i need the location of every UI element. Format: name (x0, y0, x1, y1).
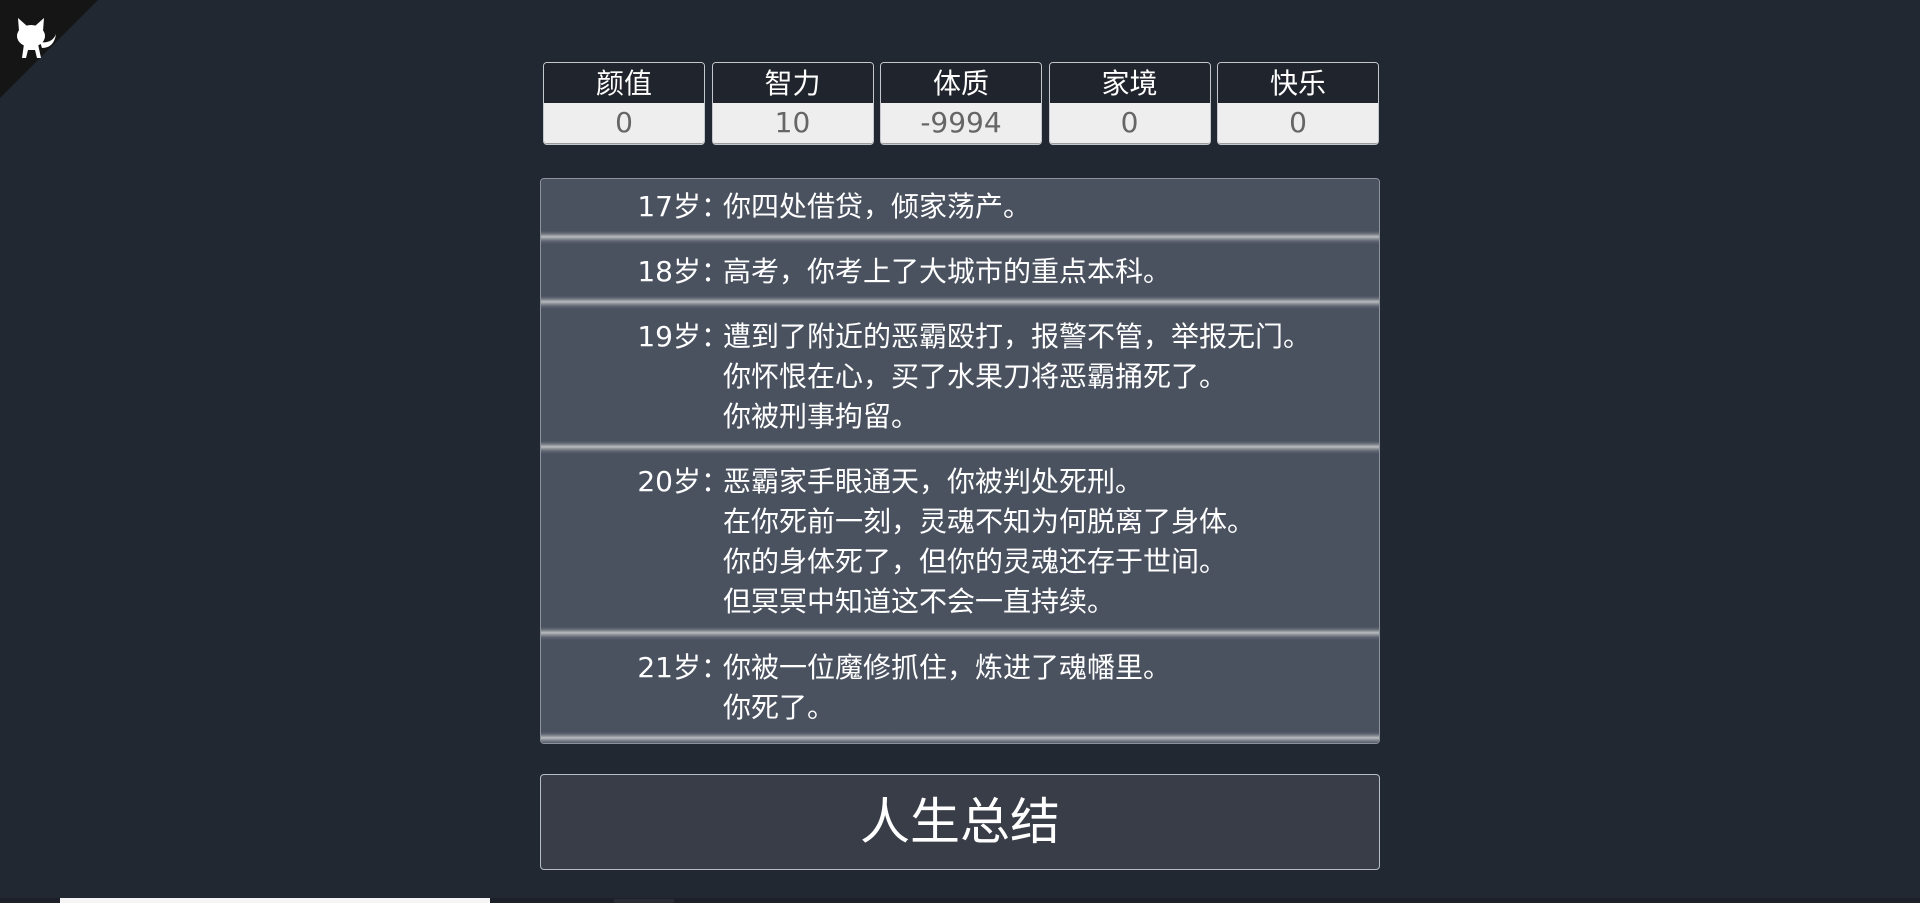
event-age: 19岁 (637, 320, 701, 353)
trajectory-event: 21岁 ： 你被一位魔修抓住，炼进了魂幡里。 你死了。 (541, 640, 1379, 743)
event-text: 恶霸家手眼通天，你被判处死刑。 在你死前一刻，灵魂不知为何脱离了身体。 你的身体… (723, 462, 1379, 640)
event-line: 但冥冥中知道这不会一直持续。 (723, 585, 1116, 618)
property-panel: 颜值 0 智力 10 体质 -9994 家境 0 快乐 0 (543, 62, 1379, 145)
scroll-indicator (614, 899, 674, 903)
age-separator: ： (701, 190, 730, 223)
property-charm: 颜值 0 (543, 62, 705, 145)
property-label: 家境 (1049, 63, 1210, 103)
property-money: 家境 0 (1048, 62, 1211, 145)
event-text: 你被一位魔修抓住，炼进了魂幡里。 你死了。 (723, 648, 1379, 743)
property-value: 0 (1218, 103, 1378, 144)
horizontal-scrollbar-thumb[interactable] (60, 898, 490, 903)
age-separator: ： (701, 465, 730, 498)
event-line: 你死了。 (723, 691, 836, 724)
event-text: 遭到了附近的恶霸殴打，报警不管，举报无门。 你怀恨在心，买了水果刀将恶霸捅死了。… (723, 317, 1379, 454)
trajectory-event: 20岁 ： 恶霸家手眼通天，你被判处死刑。 在你死前一刻，灵魂不知为何脱离了身体… (541, 454, 1379, 640)
age-separator: ： (701, 651, 730, 684)
property-value: 0 (1049, 103, 1210, 144)
github-octocat-icon (0, 0, 98, 98)
property-value: 0 (544, 103, 704, 144)
event-line: 你的身体死了，但你的灵魂还存于世间。 (723, 545, 1228, 578)
property-label: 智力 (712, 63, 873, 103)
trajectory-event: 17岁 ： 你四处借贷，倾家荡产。 (541, 179, 1379, 244)
property-value: 10 (712, 103, 873, 144)
event-text: 你四处借贷，倾家荡产。 (723, 187, 1379, 244)
property-spirit: 快乐 0 (1217, 62, 1379, 145)
property-label: 颜值 (544, 63, 704, 103)
event-age: 20岁 (637, 465, 701, 498)
event-line: 你被刑事拘留。 (723, 400, 920, 433)
event-age: 21岁 (637, 651, 701, 684)
event-line: 你怀恨在心，买了水果刀将恶霸捅死了。 (723, 360, 1228, 393)
life-trajectory-list[interactable]: 17岁 ： 你四处借贷，倾家荡产。 18岁 ： 高考，你考上了大城市的重点本科。… (540, 178, 1380, 744)
property-label: 体质 (881, 63, 1041, 103)
property-intelligence: 智力 10 (711, 62, 874, 145)
trajectory-event: 18岁 ： 高考，你考上了大城市的重点本科。 (541, 244, 1379, 309)
trajectory-event: 19岁 ： 遭到了附近的恶霸殴打，报警不管，举报无门。 你怀恨在心，买了水果刀将… (541, 309, 1379, 454)
property-label: 快乐 (1218, 63, 1378, 103)
event-line: 遭到了附近的恶霸殴打，报警不管，举报无门。 (723, 320, 1312, 353)
property-value: -9994 (881, 103, 1041, 144)
event-text: 高考，你考上了大城市的重点本科。 (723, 252, 1379, 309)
event-line: 在你死前一刻，灵魂不知为何脱离了身体。 (723, 505, 1256, 538)
github-corner-link[interactable] (0, 0, 98, 98)
age-separator: ： (701, 320, 730, 353)
event-line: 你被一位魔修抓住，炼进了魂幡里。 (723, 651, 1172, 684)
event-age: 18岁 (637, 255, 701, 288)
age-separator: ： (701, 255, 730, 288)
property-strength: 体质 -9994 (880, 62, 1042, 145)
event-line: 恶霸家手眼通天，你被判处死刑。 (723, 465, 1144, 498)
life-summary-button[interactable]: 人生总结 (540, 774, 1380, 870)
event-line: 你四处借贷，倾家荡产。 (723, 190, 1032, 223)
event-age: 17岁 (637, 190, 701, 223)
event-line: 高考，你考上了大城市的重点本科。 (723, 255, 1172, 288)
